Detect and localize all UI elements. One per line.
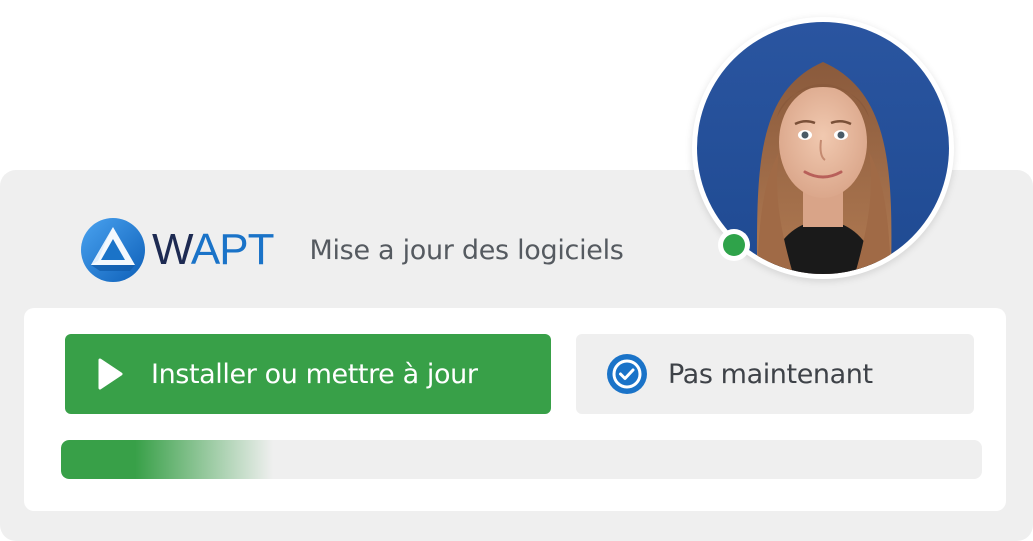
online-status-indicator (718, 229, 750, 261)
page-subtitle: Mise a jour des logiciels (309, 234, 624, 266)
action-card: Installer ou mettre à jour Pas maintenan… (24, 308, 1006, 511)
header: WAPT Mise a jour des logiciels (80, 214, 624, 286)
progress-fill (61, 440, 273, 479)
wapt-logo-icon (81, 218, 145, 282)
progress-bar (61, 440, 982, 479)
play-icon (98, 358, 123, 390)
check-circle-icon (607, 354, 647, 394)
not-now-button-label: Pas maintenant (668, 358, 873, 390)
wapt-update-prompt: WAPT Mise a jour des logiciels Installer… (0, 0, 1033, 541)
not-now-button[interactable]: Pas maintenant (576, 334, 974, 414)
install-button[interactable]: Installer ou mettre à jour (65, 334, 551, 414)
install-button-label: Installer ou mettre à jour (151, 358, 478, 390)
wapt-wordmark: WAPT (152, 225, 274, 274)
